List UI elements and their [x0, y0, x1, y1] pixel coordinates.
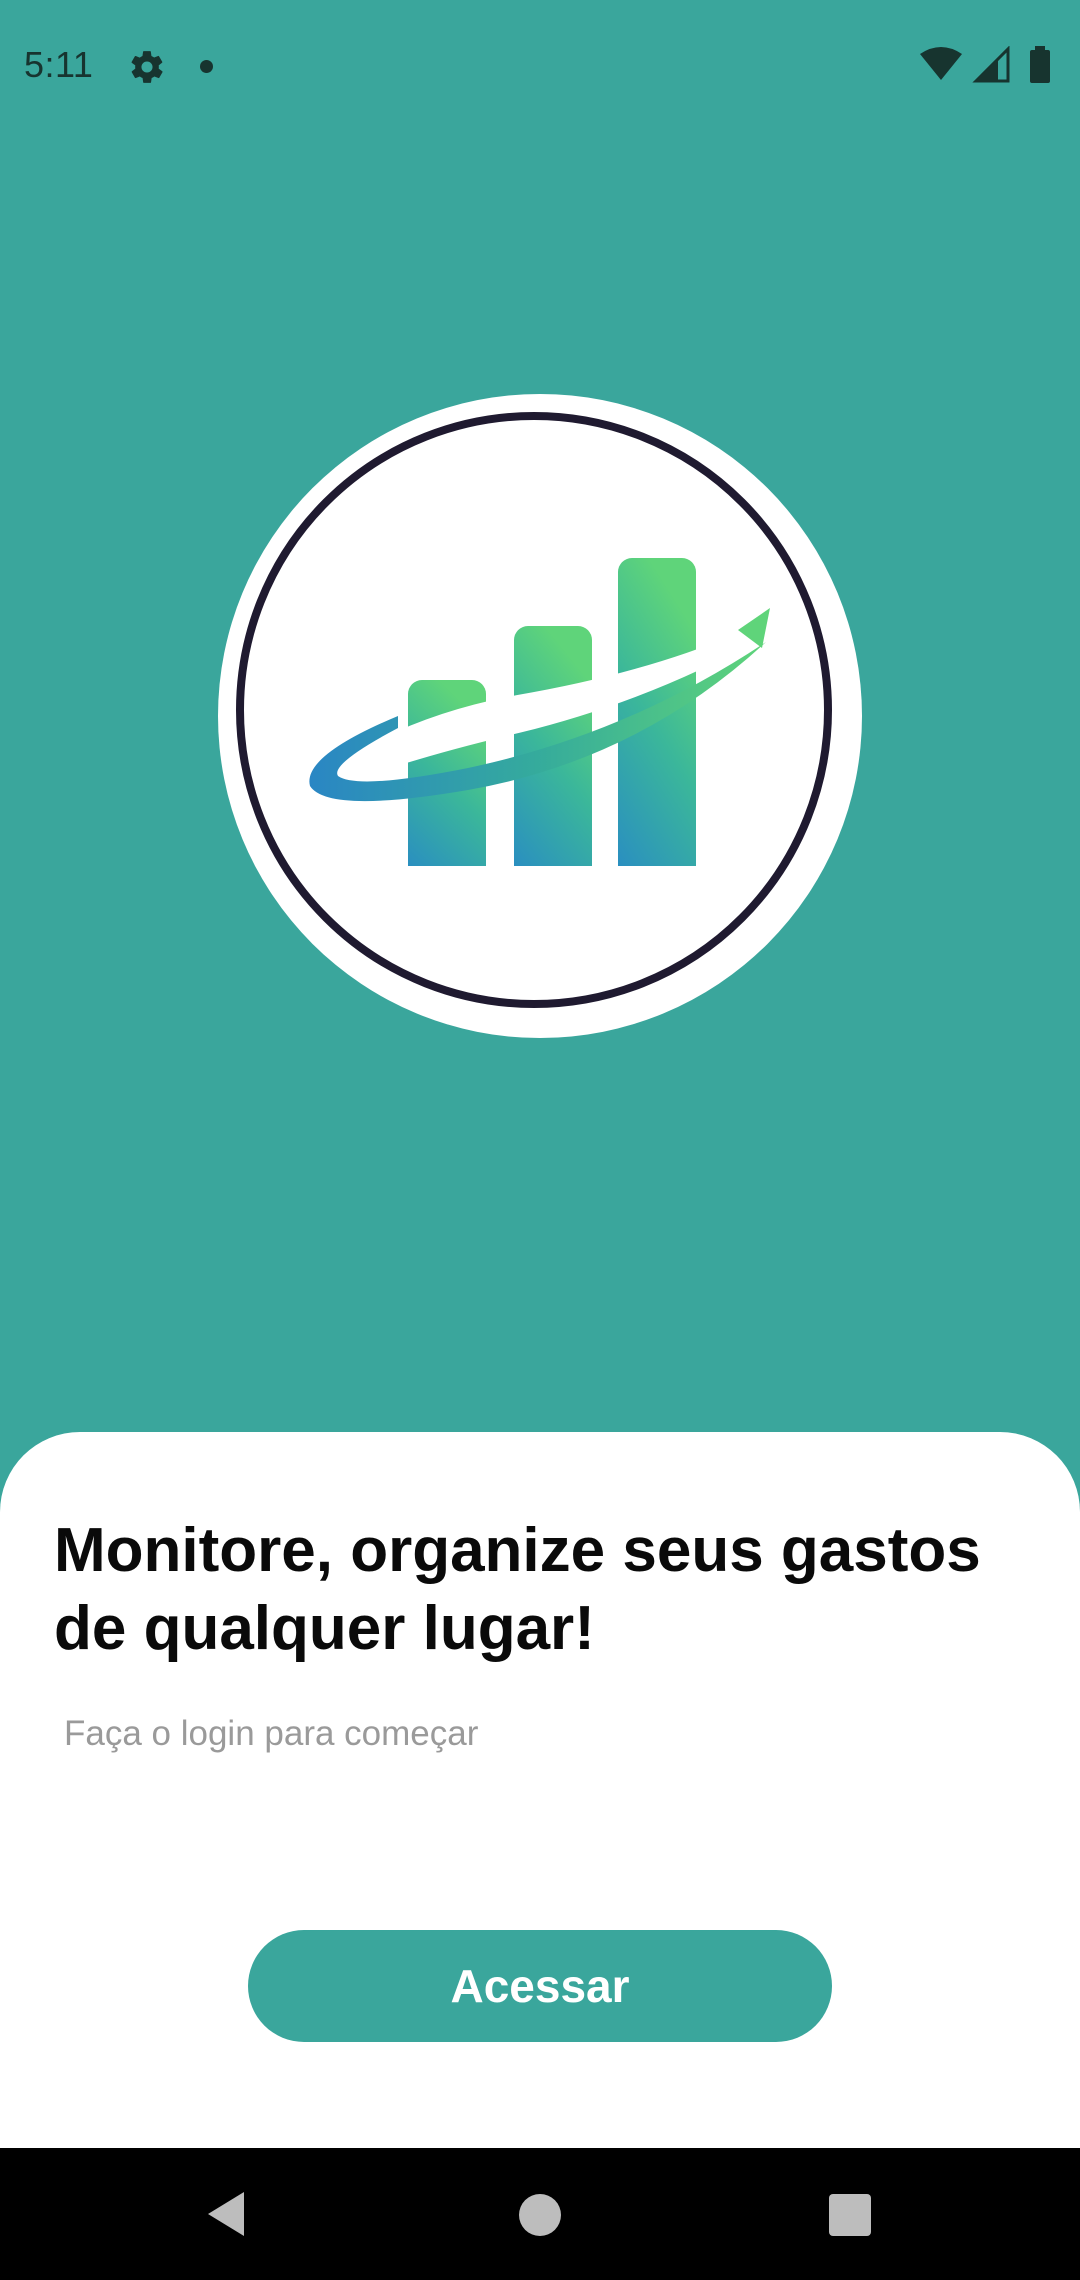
notification-dot-icon	[200, 60, 213, 73]
home-icon[interactable]	[519, 2194, 561, 2236]
bottom-sheet: Monitore, organize seus gastos de qualqu…	[0, 1432, 1080, 2148]
access-button[interactable]: Acessar	[248, 1930, 832, 2042]
gear-icon	[131, 51, 163, 83]
status-bar: 5:11	[0, 0, 1080, 134]
recents-icon[interactable]	[829, 2194, 871, 2236]
wifi-icon	[920, 47, 962, 80]
cell-signal-icon	[972, 46, 1010, 83]
headline: Monitore, organize seus gastos de qualqu…	[54, 1516, 981, 1663]
back-icon[interactable]	[204, 2190, 248, 2238]
system-status-icons	[920, 46, 1050, 83]
status-time: 5:11	[24, 44, 94, 85]
growth-chart-logo-icon	[309, 558, 770, 866]
onboarding-screen: 5:11 Monitore, organize seus gastos de q…	[0, 0, 1080, 2280]
subtitle: Faça o login para começar	[64, 1714, 479, 1753]
app-logo	[218, 394, 862, 1038]
battery-icon	[1030, 46, 1050, 83]
navigation-bar	[0, 2148, 1080, 2280]
